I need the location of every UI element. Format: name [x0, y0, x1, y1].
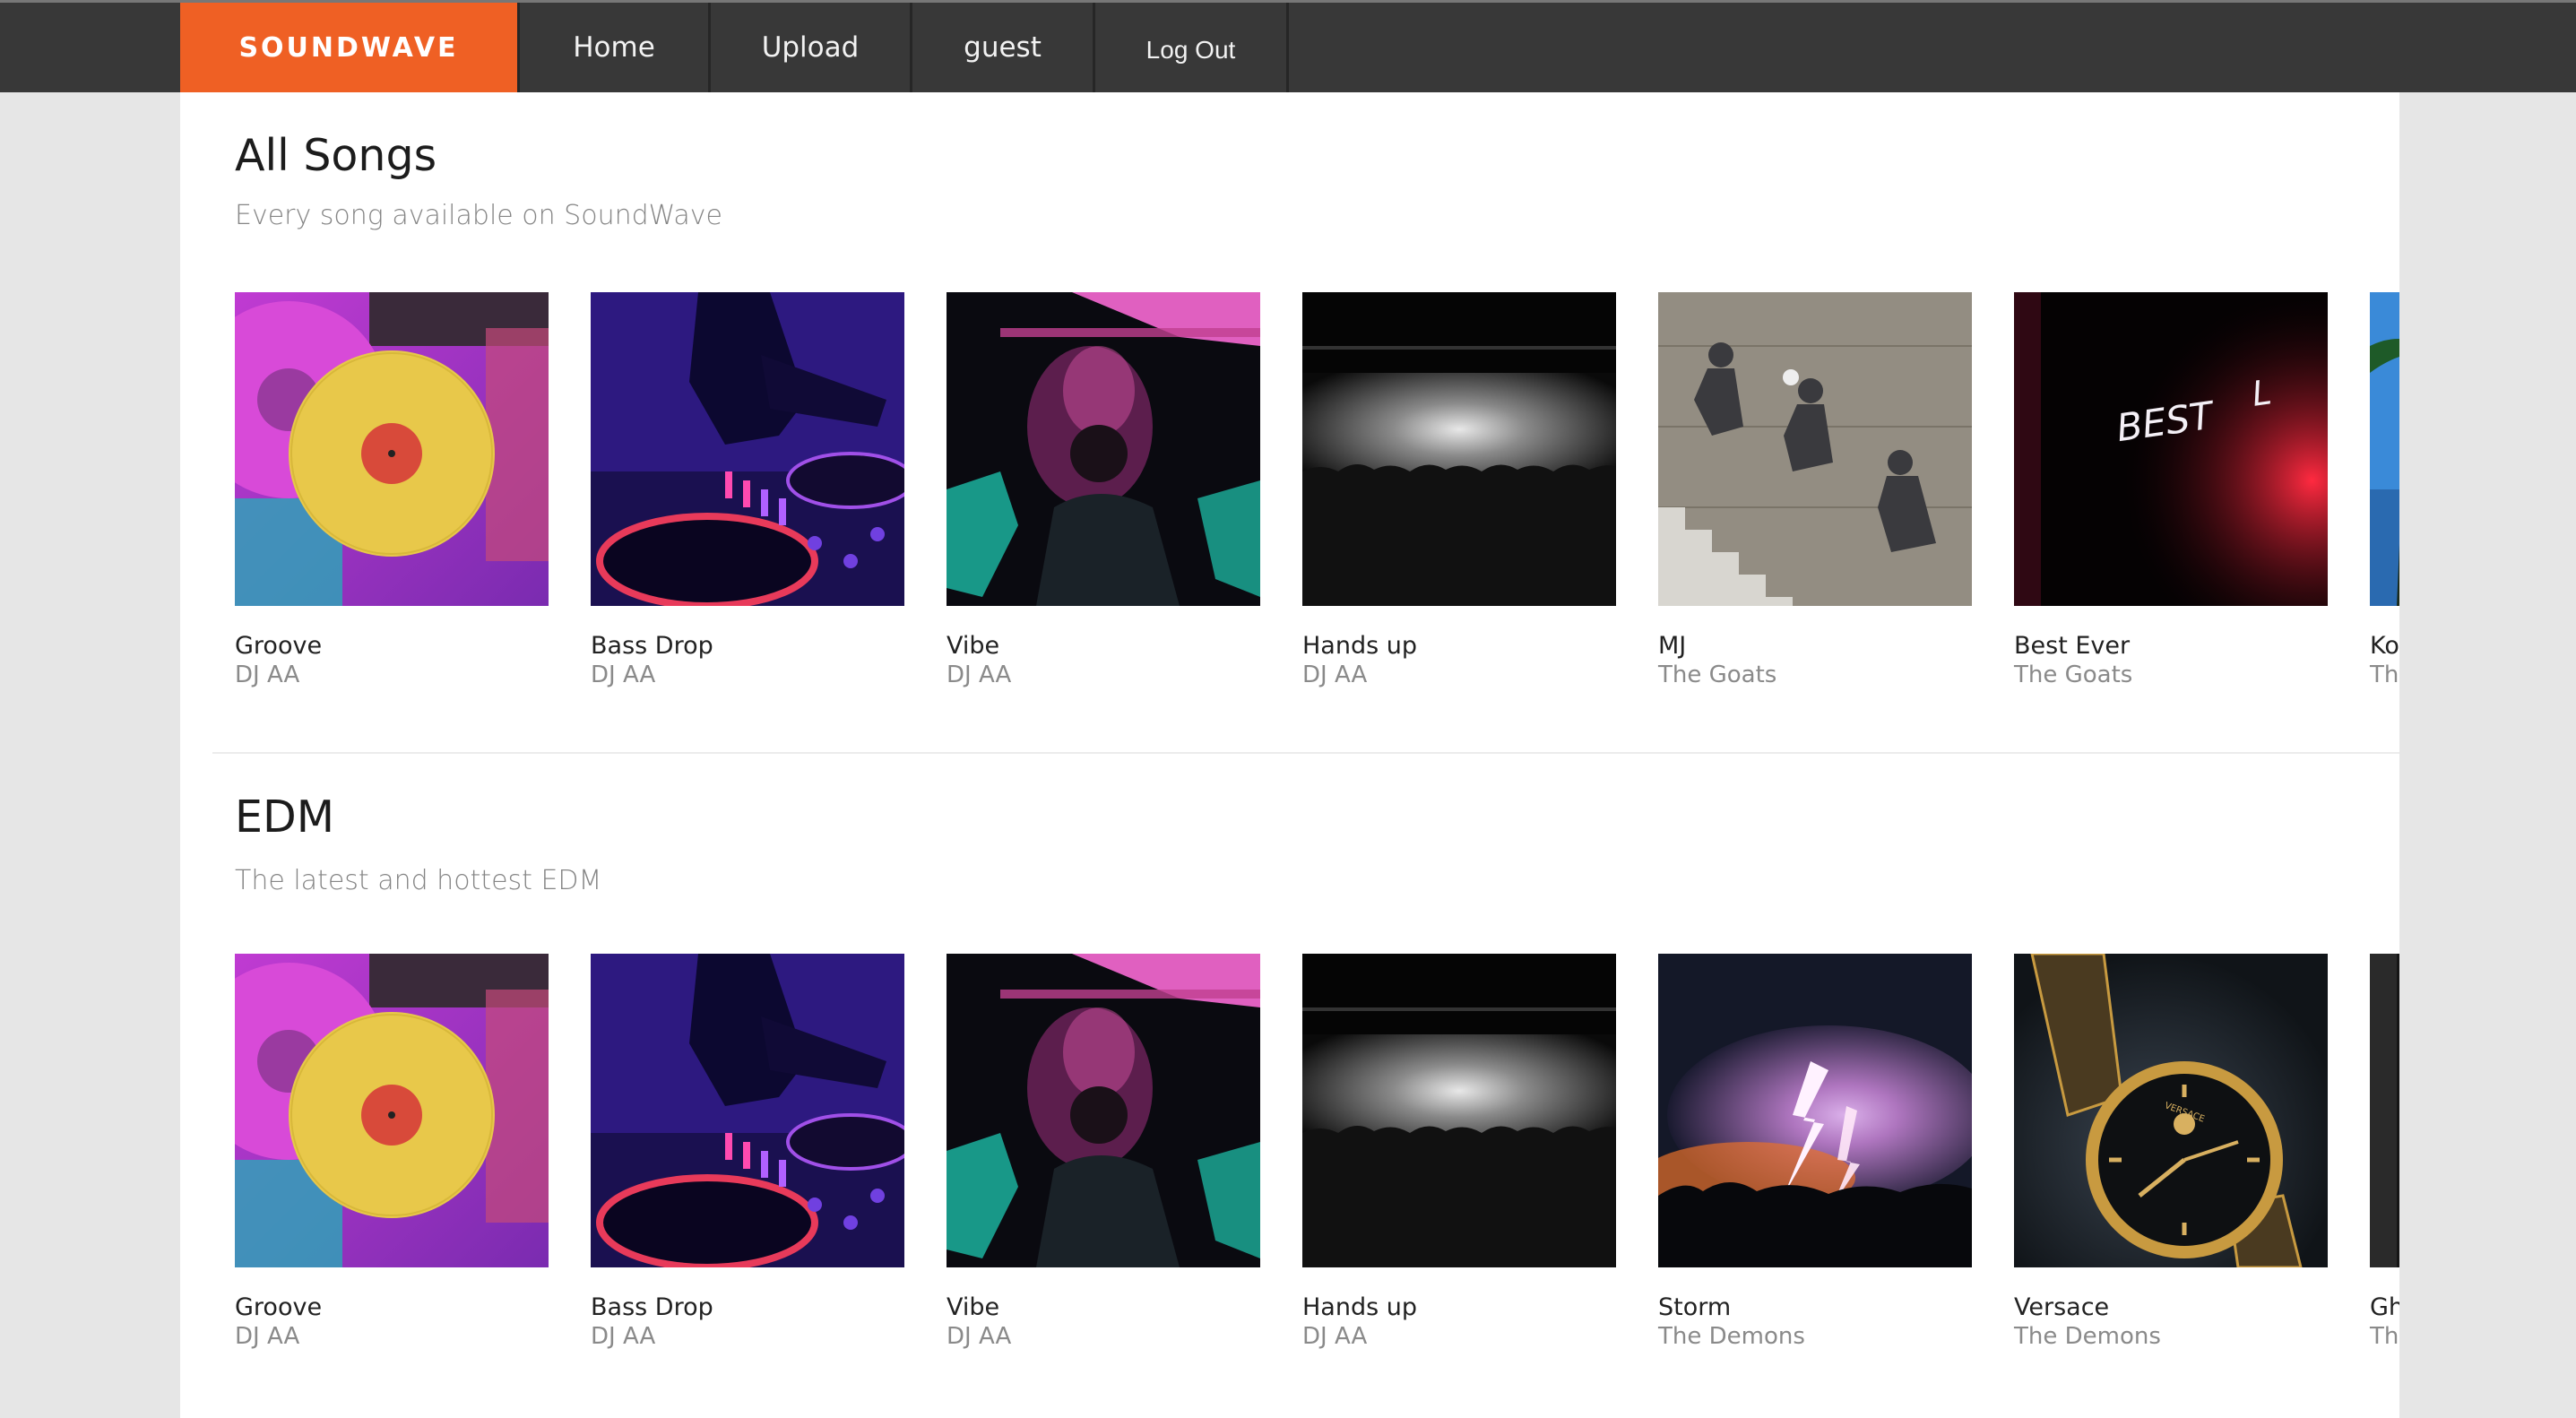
album-art-gold-watch[interactable]: VERSACE — [2014, 954, 2328, 1267]
song-row: Groove DJ AA Bass Drop DJ AA Vibe DJ AA Han… — [235, 292, 2399, 705]
album-art-dark-cover[interactable] — [2370, 954, 2399, 1267]
album-art-dj-turntable[interactable] — [591, 954, 904, 1267]
song-card[interactable]: Hands up DJ AA — [1302, 954, 1616, 1350]
song-card[interactable]: Bass Drop DJ AA — [591, 954, 904, 1350]
song-artist[interactable]: The Demons — [2014, 1323, 2328, 1350]
song-card[interactable]: Groove DJ AA — [235, 954, 549, 1350]
nav-home-link[interactable]: Home — [517, 3, 708, 92]
song-artist[interactable]: DJ AA — [947, 1323, 1260, 1350]
brand-logo[interactable]: SOUNDWAVE — [180, 3, 517, 92]
song-card[interactable]: Storm The Demons — [1658, 954, 1972, 1350]
section-subtitle: Every song available on SoundWave — [235, 200, 722, 231]
nav-links: SOUNDWAVE Home Upload guest Log Out — [180, 3, 1289, 92]
album-art-basketball-mural[interactable] — [1658, 292, 1972, 606]
song-title[interactable]: Groove — [235, 632, 549, 660]
top-navbar: SOUNDWAVE Home Upload guest Log Out — [0, 0, 2576, 92]
song-title[interactable]: Versace — [2014, 1293, 2328, 1321]
album-art-neon-sign[interactable]: BEST L — [2014, 292, 2328, 606]
album-art-concert-crowd[interactable] — [1302, 954, 1616, 1267]
song-card[interactable]: Gh Th — [2370, 954, 2399, 1350]
album-art-concert-crowd[interactable] — [1302, 292, 1616, 606]
nav-user-link[interactable]: guest — [910, 3, 1093, 92]
song-card[interactable]: Vibe DJ AA — [947, 954, 1260, 1350]
song-artist[interactable]: DJ AA — [235, 1323, 549, 1350]
song-card[interactable]: Groove DJ AA — [235, 292, 549, 688]
section-divider — [212, 752, 2399, 754]
song-card[interactable]: Vibe DJ AA — [947, 292, 1260, 688]
album-art-vinyl-records[interactable] — [235, 954, 549, 1267]
song-artist[interactable]: DJ AA — [1302, 661, 1616, 688]
song-title[interactable]: Hands up — [1302, 1293, 1616, 1321]
song-title[interactable]: Groove — [235, 1293, 549, 1321]
album-art-lightning-storm[interactable] — [1658, 954, 1972, 1267]
song-title[interactable]: Best Ever — [2014, 632, 2328, 660]
song-artist[interactable]: DJ AA — [235, 661, 549, 688]
song-title[interactable]: Bass Drop — [591, 1293, 904, 1321]
song-title[interactable]: Hands up — [1302, 632, 1616, 660]
song-card[interactable]: VERSACE Versace The Demons — [2014, 954, 2328, 1350]
section-title: All Songs — [235, 130, 437, 181]
song-card[interactable]: Bass Drop DJ AA — [591, 292, 904, 688]
song-row: Groove DJ AA Bass Drop DJ AA Vibe DJ AA Han… — [235, 954, 2399, 1366]
song-artist[interactable]: The Goats — [1658, 661, 1972, 688]
song-artist[interactable]: The Demons — [1658, 1323, 1972, 1350]
song-title[interactable]: Gh — [2370, 1293, 2399, 1321]
song-title[interactable]: MJ — [1658, 632, 1972, 660]
song-title[interactable]: Bass Drop — [591, 632, 904, 660]
song-title[interactable]: Vibe — [947, 632, 1260, 660]
song-title[interactable]: Vibe — [947, 1293, 1260, 1321]
song-artist[interactable]: The Goats — [2014, 661, 2328, 688]
song-card[interactable]: BEST L Best Ever The Goats — [2014, 292, 2328, 688]
nav-logout-link[interactable]: Log Out — [1093, 3, 1289, 92]
section-title: EDM — [235, 791, 334, 843]
song-title[interactable]: Ko — [2370, 632, 2399, 660]
song-title[interactable]: Storm — [1658, 1293, 1972, 1321]
song-artist[interactable]: DJ AA — [1302, 1323, 1616, 1350]
album-art-smoky-club[interactable] — [947, 292, 1260, 606]
song-artist[interactable]: DJ AA — [947, 661, 1260, 688]
album-art-palm-tree[interactable] — [2370, 292, 2399, 606]
song-card[interactable]: Hands up DJ AA — [1302, 292, 1616, 688]
section-subtitle: The latest and hottest EDM — [235, 865, 602, 896]
nav-upload-link[interactable]: Upload — [708, 3, 910, 92]
song-artist[interactable]: Th — [2370, 661, 2399, 688]
song-artist[interactable]: DJ AA — [591, 1323, 904, 1350]
album-art-vinyl-records[interactable] — [235, 292, 549, 606]
song-artist[interactable]: Th — [2370, 1323, 2399, 1350]
song-artist[interactable]: DJ AA — [591, 661, 904, 688]
main-content: All Songs Every song available on SoundW… — [180, 92, 2399, 1418]
album-art-dj-turntable[interactable] — [591, 292, 904, 606]
album-art-smoky-club[interactable] — [947, 954, 1260, 1267]
song-card[interactable]: MJ The Goats — [1658, 292, 1972, 688]
song-card[interactable]: Ko Th — [2370, 292, 2399, 688]
